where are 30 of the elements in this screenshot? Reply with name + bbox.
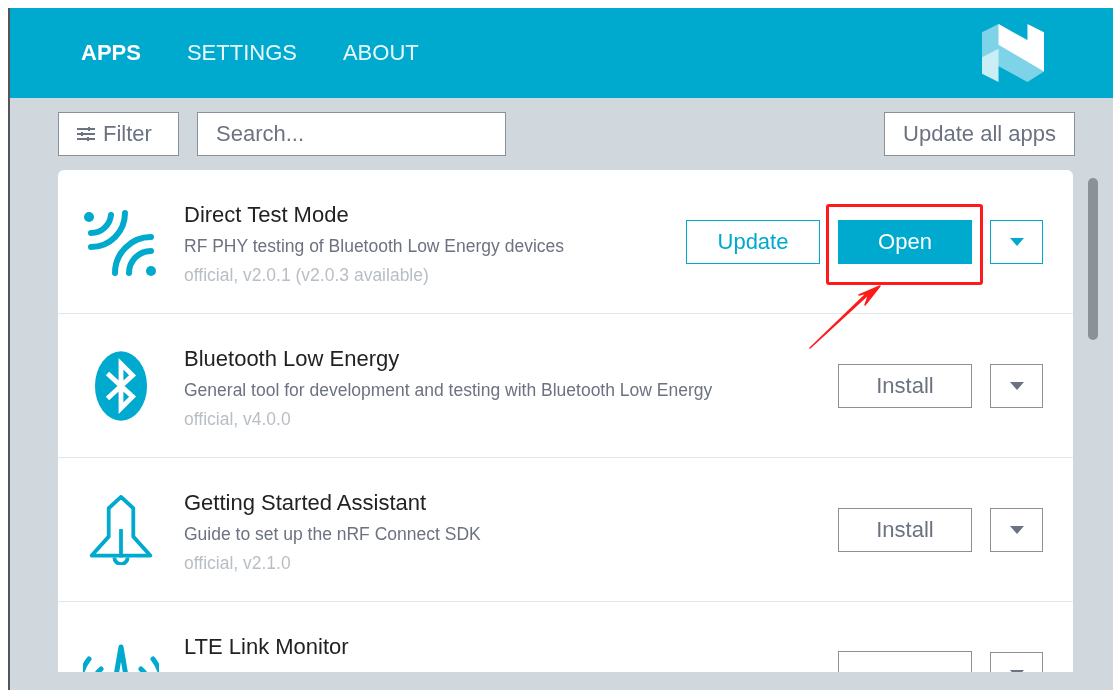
nav-tab[interactable]: SETTINGS bbox=[186, 40, 297, 66]
filter-button[interactable]: Filter bbox=[58, 112, 179, 156]
app-name: Getting Started Assistant bbox=[184, 490, 428, 516]
scrollbar-thumb[interactable] bbox=[1088, 178, 1098, 340]
app-description: Guide to set up the nRF Connect SDK bbox=[184, 524, 482, 545]
app-description: General tool for development and testing with Bluetooth Low Energy bbox=[184, 380, 714, 401]
dropdown-button[interactable] bbox=[990, 507, 1043, 552]
open-button[interactable]: Open bbox=[838, 219, 972, 264]
app-name: Bluetooth Low Energy bbox=[184, 346, 401, 372]
dropdown-button[interactable] bbox=[990, 219, 1043, 264]
app-name: LTE Link Monitor bbox=[184, 634, 350, 660]
app-version: official, v2.0.1 (v2.0.3 available) bbox=[184, 265, 430, 286]
app-version: official, v4.0.0 bbox=[184, 409, 292, 430]
nav-tab[interactable]: APPS bbox=[81, 40, 141, 66]
app-description: RF PHY testing of Bluetooth Low Energy devices bbox=[184, 236, 566, 257]
caret-icon bbox=[1009, 381, 1024, 390]
update-button[interactable]: Update bbox=[686, 219, 820, 264]
caret-icon bbox=[1009, 237, 1024, 246]
nav-tab[interactable]: ABOUT bbox=[342, 40, 419, 66]
logo-icon bbox=[979, 22, 1047, 84]
update-all-button[interactable]: Update all apps bbox=[884, 112, 1075, 156]
install-button[interactable]: Install bbox=[838, 363, 972, 408]
app-version: official, v2.1.0 bbox=[184, 553, 292, 574]
install-button[interactable]: Install bbox=[838, 507, 972, 552]
app-name: Direct Test Mode bbox=[184, 202, 350, 228]
search-field[interactable]: Search... bbox=[197, 112, 506, 156]
caret-icon bbox=[1009, 525, 1024, 534]
dropdown-button[interactable] bbox=[990, 363, 1043, 408]
bluetooth-icon bbox=[94, 349, 148, 422]
sliders-icon bbox=[77, 127, 95, 141]
